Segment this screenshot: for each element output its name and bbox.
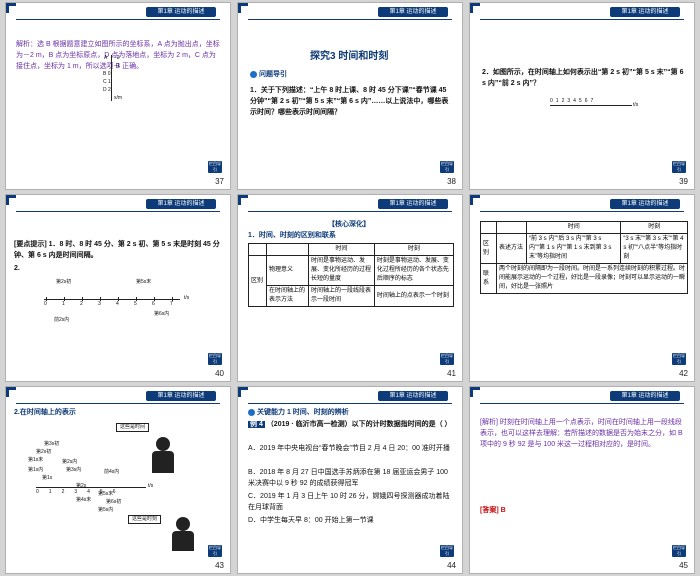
section-title: 探究3 时间和时刻 [310, 51, 389, 62]
chapter-tag: 第1章 运动的描述 [621, 201, 669, 207]
label-5s-end: 第5s末 [136, 279, 152, 285]
speech-bubble-time: 这些是时间 [116, 423, 150, 432]
back-button[interactable]: 栏目导引 [440, 161, 454, 173]
option-b[interactable]: B．2018 年 8 月 27 日中国选手苏炳添在第 18 届亚运会男子 100… [248, 467, 454, 489]
slide-header: 第1章 运动的描述 [238, 3, 462, 21]
slide-45[interactable]: 第1章 运动的描述 [解析] 时刻在时间轴上用一个点表示，时间在时间轴上用一段线… [469, 386, 695, 574]
back-button[interactable]: 栏目导引 [208, 161, 222, 173]
item-number: 2. [14, 265, 20, 272]
page-number: 40 [215, 369, 224, 378]
answer-value: B [500, 507, 506, 514]
axis-label: C 1 [103, 79, 111, 85]
back-button[interactable]: 栏目导引 [672, 353, 686, 365]
option-a[interactable]: A．2019 年中央电视台“春节晚会”节目 2 月 4 日 20：00 准时开播 [248, 443, 454, 454]
page-number: 43 [215, 561, 224, 570]
slide-header: 第1章 运动的描述 [6, 3, 230, 21]
back-button[interactable]: 栏目导引 [672, 545, 686, 557]
chapter-tag: 第1章 运动的描述 [157, 9, 205, 15]
slide-38[interactable]: 第1章 运动的描述 探究3 时间和时刻 问题导引 1．关于下列描述：“上午 8 … [237, 2, 463, 190]
chapter-tag: 第1章 运动的描述 [157, 201, 205, 207]
teacher-figure-icon [156, 437, 170, 451]
axis-unit: t/s [633, 102, 639, 108]
axis-label: B 0 [103, 71, 111, 77]
axis-label: D 2 [103, 87, 111, 93]
question-2: 2．如图所示，在时间轴上如何表示出“第 2 s 初”“第 5 s 末”“第 6 … [482, 69, 684, 87]
axis-label: −1 [114, 63, 120, 69]
slide-header: 第1章 运动的描述 [6, 195, 230, 213]
back-button[interactable]: 栏目导引 [440, 545, 454, 557]
slide-37[interactable]: 第1章 运动的描述 解析：选 B 根据题意建立如图所示的坐标系，A 点为抛出点，… [5, 2, 231, 190]
axis-label: A [104, 55, 108, 61]
slide-43[interactable]: 第1章 运动的描述 2.在时间轴上的表示 这些是时间 这些是时刻 第3s初 第2… [5, 386, 231, 574]
lightbulb-icon [250, 70, 257, 78]
key-icon [248, 408, 255, 416]
axis-label: x/m [114, 95, 123, 101]
comparison-table-2: 时间 时刻 区别 表述方法 “前 3 s 内”“后 3 s 内”“第 3 s 内”“第… [480, 221, 688, 294]
teacher-body-2-icon [172, 531, 194, 551]
page-number: 38 [447, 177, 456, 186]
slide-header: 第1章 运动的描述 [6, 387, 230, 405]
slide-44[interactable]: 第1章 运动的描述 关键能力 1 时间、时刻的辨析 例 4 （2019 · 临沂… [237, 386, 463, 574]
slide-header: 第1章 运动的描述 [470, 195, 694, 213]
back-button[interactable]: 栏目导引 [208, 353, 222, 365]
slide-41[interactable]: 第1章 运动的描述 【核心深化】 1．时间、时刻的区别和联系 时间 时刻 区别 物理… [237, 194, 463, 382]
comparison-table: 时间 时刻 区别 物理意义 时间是事物运动、发展、变化所经历的过程长短的量度 时刻是事物… [248, 243, 455, 307]
page-number: 42 [679, 369, 688, 378]
slide-header: 第1章 运动的描述 [470, 387, 694, 405]
example-question: 例 4 （2019 · 临沂市高一检测）以下的计时数据指时间的是（ ） [248, 421, 452, 428]
slide-40[interactable]: 第1章 运动的描述 [要点提示] 1．8 时、8 时 45 分、第 2 s 初、… [5, 194, 231, 382]
label-2s-start: 第2s初 [56, 279, 72, 285]
slide-header: 第1章 运动的描述 [238, 195, 462, 213]
slide-grid: 第1章 运动的描述 解析：选 B 根据题意建立如图所示的坐标系，A 点为抛出点，… [0, 0, 700, 576]
example-badge: 例 4 [248, 421, 265, 428]
deepen-title: 【核心深化】 [328, 221, 370, 228]
slide-header: 第1章 运动的描述 [238, 387, 462, 405]
slide-39[interactable]: 第1章 运动的描述 2．如图所示，在时间轴上如何表示出“第 2 s 初”“第 5… [469, 2, 695, 190]
teacher-figure-2-icon [176, 517, 190, 531]
page-number: 44 [447, 561, 456, 570]
header-time: 时间 [308, 243, 375, 256]
page-number: 37 [215, 177, 224, 186]
chapter-tag: 第1章 运动的描述 [389, 393, 437, 399]
row-group-label: 区别 [248, 255, 267, 307]
back-button[interactable]: 栏目导引 [672, 161, 686, 173]
header-moment: 时刻 [373, 243, 455, 256]
answer-line: [答案] B [480, 507, 506, 514]
key-point-text: [要点提示] 1．8 时、8 时 45 分、第 2 s 初、第 5 s 末是时刻… [14, 241, 220, 259]
speech-bubble-moment: 这些是时刻 [128, 515, 162, 524]
chapter-tag: 第1章 运动的描述 [157, 393, 205, 399]
page-number: 45 [679, 561, 688, 570]
label-first-2s: 前2s内 [54, 317, 70, 323]
option-c[interactable]: C．2019 年 1 月 3 日上午 10 时 26 分，嫦娥四号探测器成功着陆… [248, 491, 454, 513]
slide-42[interactable]: 第1章 运动的描述 时间 时刻 区别 表述方法 “前 3 s 内”“后 3 s 内”“… [469, 194, 695, 382]
option-d[interactable]: D．中学生每天早 8：00 开始上第一节课 [248, 515, 454, 526]
label-6th-s: 第6s内 [154, 311, 170, 317]
chapter-tag: 第1章 运动的描述 [389, 201, 437, 207]
section-title: 2.在时间轴上的表示 [14, 409, 76, 416]
page-number: 39 [679, 177, 688, 186]
teacher-body-icon [152, 451, 174, 473]
page-number: 41 [447, 369, 456, 378]
chapter-tag: 第1章 运动的描述 [621, 393, 669, 399]
back-button[interactable]: 栏目导引 [208, 545, 222, 557]
key-ability-heading: 关键能力 1 时间、时刻的辨析 [248, 407, 349, 418]
analysis-text: [解析] 时刻在时间轴上用一个点表示，时间在时间轴上用一段线段表示，也可以这样去… [480, 419, 683, 448]
chapter-tag: 第1章 运动的描述 [389, 9, 437, 15]
subheading: 1．时间、时刻的区别和联系 [248, 232, 336, 239]
question-1: 1．关于下列描述：“上午 8 时上课、8 时 45 分下课”“春节课 45 分钟… [250, 87, 449, 116]
chapter-tag: 第1章 运动的描述 [621, 9, 669, 15]
slide-header: 第1章 运动的描述 [470, 3, 694, 21]
guide-heading: 问题导引 [250, 69, 287, 80]
back-button[interactable]: 栏目导引 [440, 353, 454, 365]
axis-label: −2 [114, 55, 120, 61]
